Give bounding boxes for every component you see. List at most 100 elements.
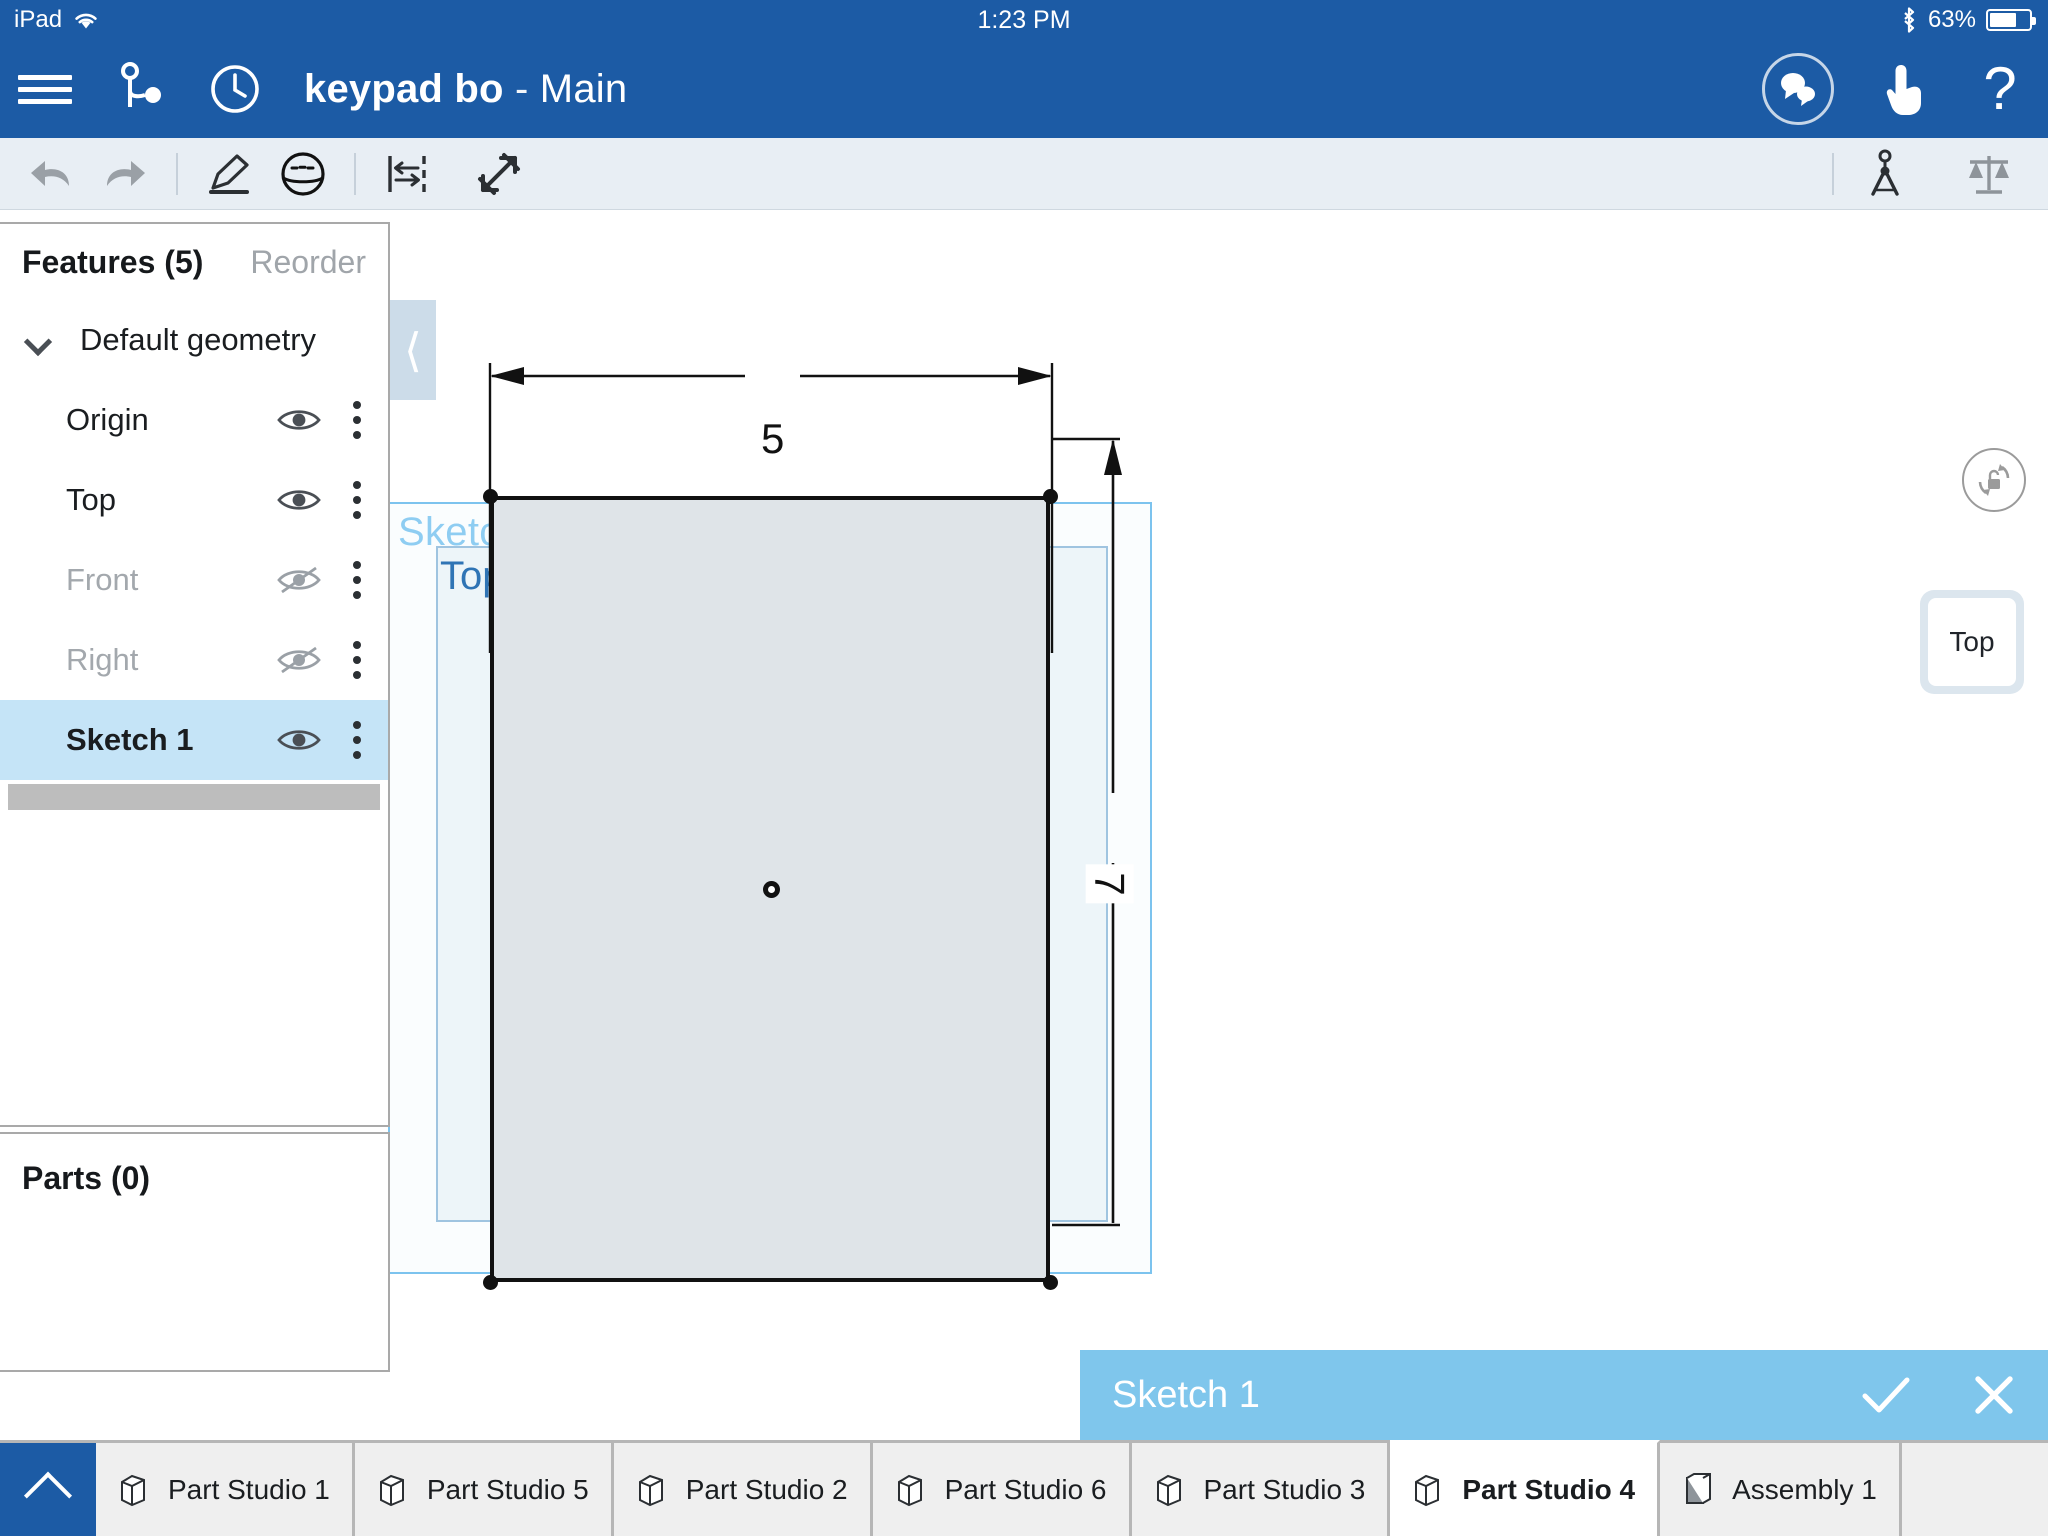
tab-part-studio-4[interactable]: Part Studio 4 bbox=[1390, 1440, 1661, 1536]
hamburger-menu-icon[interactable] bbox=[14, 59, 76, 119]
feature-row-top[interactable]: Top bbox=[0, 460, 388, 540]
tab-part-studio-5[interactable]: Part Studio 5 bbox=[354, 1440, 614, 1536]
tab-label: Part Studio 4 bbox=[1462, 1473, 1636, 1505]
reorder-button[interactable]: Reorder bbox=[250, 244, 366, 281]
sketch-button[interactable] bbox=[192, 138, 266, 210]
feature-menu-icon[interactable] bbox=[352, 721, 362, 759]
battery-percent-label: 63% bbox=[1927, 6, 1976, 33]
tab-label: Part Studio 2 bbox=[685, 1473, 848, 1505]
collapse-panel-button[interactable]: ⟨ bbox=[390, 300, 436, 400]
branch-icon[interactable] bbox=[114, 59, 168, 119]
feature-menu-icon[interactable] bbox=[352, 561, 362, 599]
document-name: keypad bo bbox=[304, 66, 504, 111]
feature-label: Top bbox=[66, 482, 116, 517]
part-studio-icon bbox=[118, 1470, 152, 1510]
rotate-lock-icon[interactable] bbox=[1962, 448, 2026, 512]
feature-label: Sketch 1 bbox=[66, 722, 194, 757]
part-studio-icon bbox=[1154, 1470, 1188, 1510]
toolbar-left-group bbox=[14, 138, 536, 210]
feature-tree-header: Features (5) Reorder bbox=[0, 224, 388, 300]
tab-part-studio-2[interactable]: Part Studio 2 bbox=[613, 1440, 873, 1536]
feature-label: Right bbox=[66, 642, 139, 677]
tab-label: Part Studio 5 bbox=[426, 1473, 589, 1505]
fit-button[interactable] bbox=[462, 138, 536, 210]
comments-icon[interactable] bbox=[1762, 53, 1834, 125]
feature-tree-scrollbar[interactable] bbox=[8, 784, 380, 810]
assembly-icon bbox=[1682, 1470, 1716, 1510]
status-bar-right: 63% bbox=[1900, 6, 2036, 34]
feature-row-right[interactable]: Right bbox=[0, 620, 388, 700]
workspace-name: Main bbox=[539, 66, 628, 111]
feature-row-origin[interactable]: Origin bbox=[0, 380, 388, 460]
feature-tree-panel: Features (5) Reorder Default geometry Or… bbox=[0, 222, 390, 1127]
tab-part-studio-6[interactable]: Part Studio 6 bbox=[872, 1440, 1132, 1536]
sketch-vertex[interactable] bbox=[1043, 489, 1058, 504]
sketch-confirm-bar: Sketch 1 bbox=[1080, 1350, 2048, 1440]
tab-part-studio-3[interactable]: Part Studio 3 bbox=[1131, 1440, 1391, 1536]
redo-button[interactable] bbox=[88, 138, 162, 210]
part-studio-icon bbox=[377, 1470, 411, 1510]
sketch-confirm-title: Sketch 1 bbox=[1112, 1373, 1260, 1416]
part-studio-icon bbox=[895, 1470, 929, 1510]
header-right-actions: ? bbox=[1762, 53, 2024, 125]
sketch-accept-button[interactable] bbox=[1832, 1350, 1940, 1440]
shaded-view-button[interactable] bbox=[266, 138, 340, 210]
parts-panel: Parts (0) bbox=[0, 1132, 390, 1372]
bluetooth-icon bbox=[1900, 6, 1918, 34]
battery-icon bbox=[1986, 9, 2036, 31]
tab-label: Part Studio 6 bbox=[944, 1473, 1107, 1505]
chevron-down-icon[interactable] bbox=[26, 332, 52, 348]
visibility-eye-hidden-icon[interactable] bbox=[276, 645, 322, 675]
tab-bar-spacer bbox=[1901, 1440, 2048, 1536]
clock-history-icon[interactable] bbox=[208, 59, 262, 119]
part-studio-icon bbox=[636, 1470, 670, 1510]
tab-part-studio-1[interactable]: Part Studio 1 bbox=[96, 1440, 355, 1536]
feature-row-sketch-1[interactable]: Sketch 1 bbox=[0, 700, 388, 780]
feature-menu-icon[interactable] bbox=[352, 641, 362, 679]
onshape-app-window: iPad 1:23 PM 63% keypad bo - Main ? Sket… bbox=[0, 0, 2048, 1536]
visibility-eye-icon[interactable] bbox=[276, 406, 322, 434]
secondary-toolbar bbox=[0, 138, 2048, 210]
mass-properties-button[interactable] bbox=[1952, 138, 2026, 210]
origin-point[interactable] bbox=[763, 881, 780, 898]
tab-label: Part Studio 3 bbox=[1203, 1473, 1366, 1505]
toolbar-divider-3 bbox=[1832, 152, 1834, 195]
measure-button[interactable] bbox=[1848, 138, 1922, 210]
tab-bar-collapse-button[interactable] bbox=[0, 1443, 96, 1536]
feature-row-front[interactable]: Front bbox=[0, 540, 388, 620]
touch-pointer-icon[interactable] bbox=[1880, 59, 1930, 119]
document-tab-bar: Part Studio 1 Part Studio 5 Part Studio … bbox=[0, 1440, 2048, 1536]
view-cube[interactable]: Top bbox=[1920, 590, 2024, 694]
chevron-left-icon: ⟨ bbox=[404, 324, 422, 376]
feature-menu-icon[interactable] bbox=[352, 481, 362, 519]
sketch-vertex[interactable] bbox=[483, 489, 498, 504]
visibility-eye-icon[interactable] bbox=[276, 486, 322, 514]
undo-button[interactable] bbox=[14, 138, 88, 210]
default-geometry-group[interactable]: Default geometry bbox=[0, 300, 388, 380]
parts-panel-title: Parts (0) bbox=[22, 1160, 151, 1196]
visibility-eye-icon[interactable] bbox=[276, 726, 322, 754]
document-title[interactable]: keypad bo - Main bbox=[304, 67, 627, 112]
visibility-eye-hidden-icon[interactable] bbox=[276, 565, 322, 595]
toolbar-divider bbox=[176, 152, 178, 195]
tab-assembly-1[interactable]: Assembly 1 bbox=[1660, 1440, 1902, 1536]
title-separator: - bbox=[503, 66, 540, 111]
feature-label: Origin bbox=[66, 402, 149, 437]
height-dimension-value[interactable]: 7 bbox=[1085, 864, 1134, 904]
help-button[interactable]: ? bbox=[1976, 56, 2024, 122]
feature-label: Front bbox=[66, 562, 139, 597]
status-bar-time: 1:23 PM bbox=[977, 5, 1071, 34]
ios-status-bar: iPad 1:23 PM 63% bbox=[0, 0, 2048, 40]
part-studio-icon bbox=[1412, 1470, 1446, 1510]
sketch-vertex[interactable] bbox=[1043, 1275, 1058, 1290]
dimension-button[interactable] bbox=[370, 138, 444, 210]
toolbar-divider-2 bbox=[354, 152, 356, 195]
default-geometry-label: Default geometry bbox=[80, 322, 317, 357]
tab-label: Assembly 1 bbox=[1732, 1473, 1877, 1505]
sketch-cancel-button[interactable] bbox=[1940, 1350, 2048, 1440]
sketch-vertex[interactable] bbox=[483, 1275, 498, 1290]
feature-tree-title: Features (5) bbox=[22, 243, 204, 280]
app-header: keypad bo - Main ? bbox=[0, 40, 2048, 138]
width-dimension-value[interactable]: 5 bbox=[745, 415, 801, 463]
feature-menu-icon[interactable] bbox=[352, 401, 362, 439]
